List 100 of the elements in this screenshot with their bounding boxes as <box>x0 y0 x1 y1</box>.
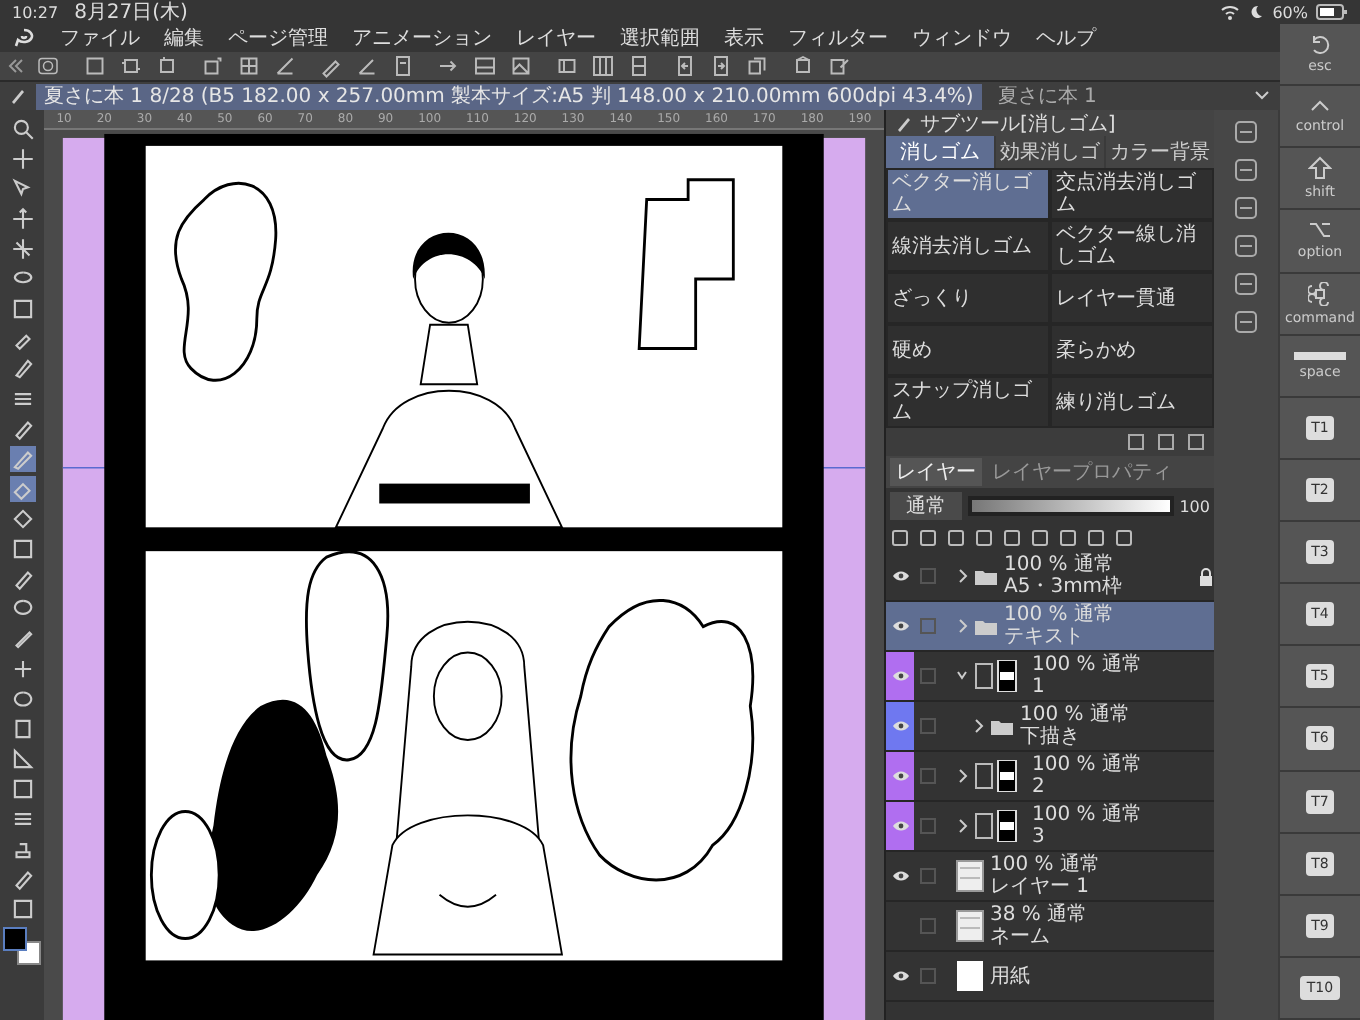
menu-item[interactable]: ウィンドウ <box>912 24 1012 52</box>
layer-status: 100 % 通常 <box>1020 704 1132 726</box>
image-icon[interactable] <box>508 54 534 78</box>
shift-icon <box>1308 156 1332 181</box>
pen-icon[interactable] <box>9 356 35 382</box>
subtool-item[interactable]: 硬め <box>886 324 1050 376</box>
layer-row[interactable]: 100 % 通常 1 <box>886 652 1214 702</box>
subtool-item[interactable]: 練り消しゴム <box>1050 376 1214 428</box>
frame-icon[interactable] <box>154 54 180 78</box>
blend-mode-dropdown[interactable]: 通常 <box>890 492 962 520</box>
grid-icon[interactable] <box>590 54 616 78</box>
layer-status: 100 % 通常 <box>1032 754 1144 776</box>
undo-icon <box>1308 34 1332 55</box>
chevron-down-icon[interactable] <box>1252 88 1272 104</box>
menu-item[interactable]: フィルター <box>788 24 888 52</box>
layer-row[interactable]: 100 % 通常 レイヤー 1 <box>886 852 1214 902</box>
eye-icon[interactable] <box>891 720 909 732</box>
square-icon[interactable] <box>9 776 35 802</box>
line-icon[interactable] <box>354 54 380 78</box>
subtool-item[interactable]: 柔らかめ <box>1050 324 1214 376</box>
pencil-icon[interactable] <box>9 446 35 472</box>
subtool-item[interactable]: ベクター線し消しゴム <box>1050 220 1214 272</box>
subtool-item[interactable]: スナップ消しゴム <box>886 376 1050 428</box>
date-text: 8月27日(木) <box>74 0 188 26</box>
frame-icon[interactable] <box>118 54 144 78</box>
subtool-item[interactable]: 交点消去消しゴム <box>1050 168 1214 220</box>
layer-name: A5・3mm枠 <box>1004 576 1125 598</box>
document-tab[interactable]: 夏さに本 1 <box>989 83 1105 109</box>
menu-item[interactable]: 編集 <box>164 24 204 52</box>
layer-name: 2 <box>1032 776 1047 798</box>
panel-tab[interactable]: レイヤー <box>890 458 982 486</box>
subtool-group-tab[interactable]: カラー背景 <box>1106 136 1214 168</box>
line-icon[interactable] <box>272 54 298 78</box>
eye-icon[interactable] <box>891 770 909 782</box>
chevron-icon[interactable] <box>956 818 968 834</box>
move-icon[interactable] <box>9 146 35 172</box>
menu-item[interactable]: アニメーション <box>352 24 492 52</box>
layout-icon[interactable] <box>472 54 498 78</box>
pen-icon[interactable] <box>9 626 35 652</box>
menu-item[interactable]: ページ管理 <box>228 24 328 52</box>
brush-icon[interactable] <box>9 866 35 892</box>
eye-icon[interactable] <box>891 970 909 982</box>
layer-row[interactable]: 100 % 通常 2 <box>886 752 1214 802</box>
subtool-item[interactable]: ざっくり <box>886 272 1050 324</box>
menu-item[interactable]: ヘルプ <box>1036 24 1096 52</box>
lasso-icon[interactable] <box>9 686 35 712</box>
chevron-icon[interactable] <box>956 668 968 684</box>
opacity-field[interactable]: 100 <box>1179 497 1210 515</box>
layer-name: ネーム <box>990 926 1052 948</box>
layer-status: 100 % 通常 <box>1004 604 1116 626</box>
chevron-icon[interactable] <box>956 768 968 784</box>
subtool-item[interactable]: 線消去消しゴム <box>886 220 1050 272</box>
pencil-icon[interactable] <box>9 416 35 442</box>
eye-icon[interactable] <box>891 820 909 832</box>
subtool-item[interactable]: レイヤー貫通 <box>1050 272 1214 324</box>
color-swatch-icon[interactable] <box>2 926 42 966</box>
eye-icon[interactable] <box>891 870 909 882</box>
frame-icon[interactable] <box>200 54 226 78</box>
edit-icon[interactable] <box>826 54 852 78</box>
search-icon[interactable] <box>9 116 35 142</box>
arrow-icon[interactable] <box>708 54 734 78</box>
menu-item[interactable]: ファイル <box>60 24 140 52</box>
move-icon[interactable] <box>9 206 35 232</box>
paper-thumbnail <box>956 960 984 992</box>
document-tab[interactable]: 夏さに本 1 8/28 (B5 182.00 x 257.00mm 製本サイズ:A5 判 148.00 x 210.00mm 600dpi 43.4%) <box>36 83 982 109</box>
layer-name: 下描き <box>1020 726 1082 748</box>
layout-icon[interactable] <box>554 54 580 78</box>
grid-icon[interactable] <box>236 54 262 78</box>
eye-icon[interactable] <box>891 670 909 682</box>
arrow-icon[interactable] <box>9 176 35 202</box>
app-logo-icon[interactable] <box>12 26 36 50</box>
layer-status: 38 % 通常 <box>990 904 1090 926</box>
frame-icon[interactable] <box>82 54 108 78</box>
ruler-icon[interactable] <box>9 746 35 772</box>
layer-name: 用紙 <box>990 965 1032 987</box>
layer-row[interactable]: 100 % 通常 A5・3mm枠 <box>886 552 1214 602</box>
layer-row[interactable]: 100 % 通常 下描き <box>886 702 1214 752</box>
eye-icon[interactable] <box>891 620 909 632</box>
menu-item[interactable]: 選択範囲 <box>620 24 700 52</box>
layer-row[interactable]: 38 % 通常 ネーム <box>886 902 1214 952</box>
subtool-item[interactable]: ベクター消しゴム <box>886 168 1050 220</box>
subtool-group-tab[interactable]: 消しゴム <box>886 136 994 168</box>
brush-icon[interactable] <box>9 566 35 592</box>
sparkle-icon[interactable] <box>9 236 35 262</box>
layer-row[interactable]: 100 % 通常 3 <box>886 802 1214 852</box>
menu-item[interactable]: 表示 <box>724 24 764 52</box>
chevron-icon[interactable] <box>972 718 984 734</box>
eye-icon[interactable] <box>891 570 909 582</box>
arrow-icon[interactable] <box>672 54 698 78</box>
collapse-icon[interactable] <box>8 56 24 76</box>
subtool-group-tab[interactable]: 効果消しゴ <box>996 136 1104 168</box>
settings-icon[interactable] <box>34 54 62 78</box>
chevron-icon[interactable] <box>956 568 968 584</box>
square-icon[interactable] <box>9 296 35 322</box>
lock-icon[interactable] <box>1198 567 1214 585</box>
layer-thumbnail <box>956 910 984 942</box>
menu-item[interactable]: レイヤー <box>516 24 596 52</box>
layer-row[interactable]: 100 % 通常 テキスト <box>886 602 1214 652</box>
pen-icon[interactable] <box>318 54 344 78</box>
sparkle-icon[interactable] <box>9 656 35 682</box>
